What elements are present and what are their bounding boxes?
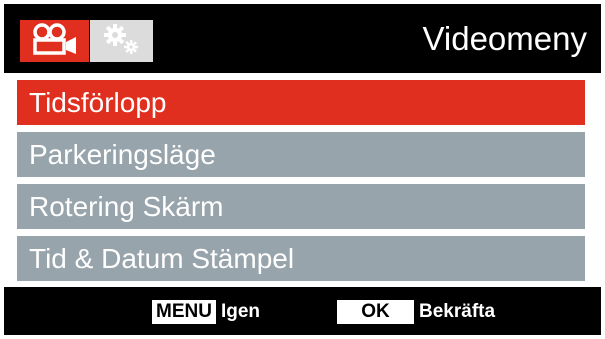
- ok-key-label: OK: [337, 300, 414, 324]
- video-camera-icon: [30, 22, 80, 60]
- menu-back-hint[interactable]: MENU Igen: [152, 300, 260, 324]
- menu-item-date-time-stamp[interactable]: Tid & Datum Stämpel: [17, 236, 585, 281]
- tab-video[interactable]: [20, 20, 89, 62]
- menu-item-label: Tidsförlopp: [29, 87, 167, 118]
- footer-bar: MENU Igen OK Bekräfta: [4, 287, 601, 335]
- tab-settings[interactable]: [90, 20, 153, 62]
- menu-item-label: Parkeringsläge: [29, 139, 216, 170]
- header-bar: Videomeny: [4, 4, 601, 73]
- menu-action-label: Igen: [220, 301, 261, 322]
- menu-item-timelapse[interactable]: Tidsförlopp: [17, 80, 585, 125]
- menu-item-parking-mode[interactable]: Parkeringsläge: [17, 132, 585, 177]
- menu-title: Videomeny: [422, 20, 587, 57]
- menu-item-label: Tid & Datum Stämpel: [29, 243, 295, 274]
- ok-action-label: Bekräfta: [419, 301, 496, 322]
- ok-confirm-hint[interactable]: OK Bekräfta: [337, 300, 495, 324]
- menu-key-label: MENU: [152, 300, 216, 324]
- menu-list: Tidsförlopp Parkeringsläge Rotering Skär…: [17, 80, 585, 288]
- gears-icon: [102, 23, 142, 60]
- menu-item-label: Rotering Skärm: [29, 191, 224, 222]
- menu-item-rotate-screen[interactable]: Rotering Skärm: [17, 184, 585, 229]
- dashcam-screen: Videomeny Tidsförlopp Parkeringsläge Rot…: [0, 0, 605, 339]
